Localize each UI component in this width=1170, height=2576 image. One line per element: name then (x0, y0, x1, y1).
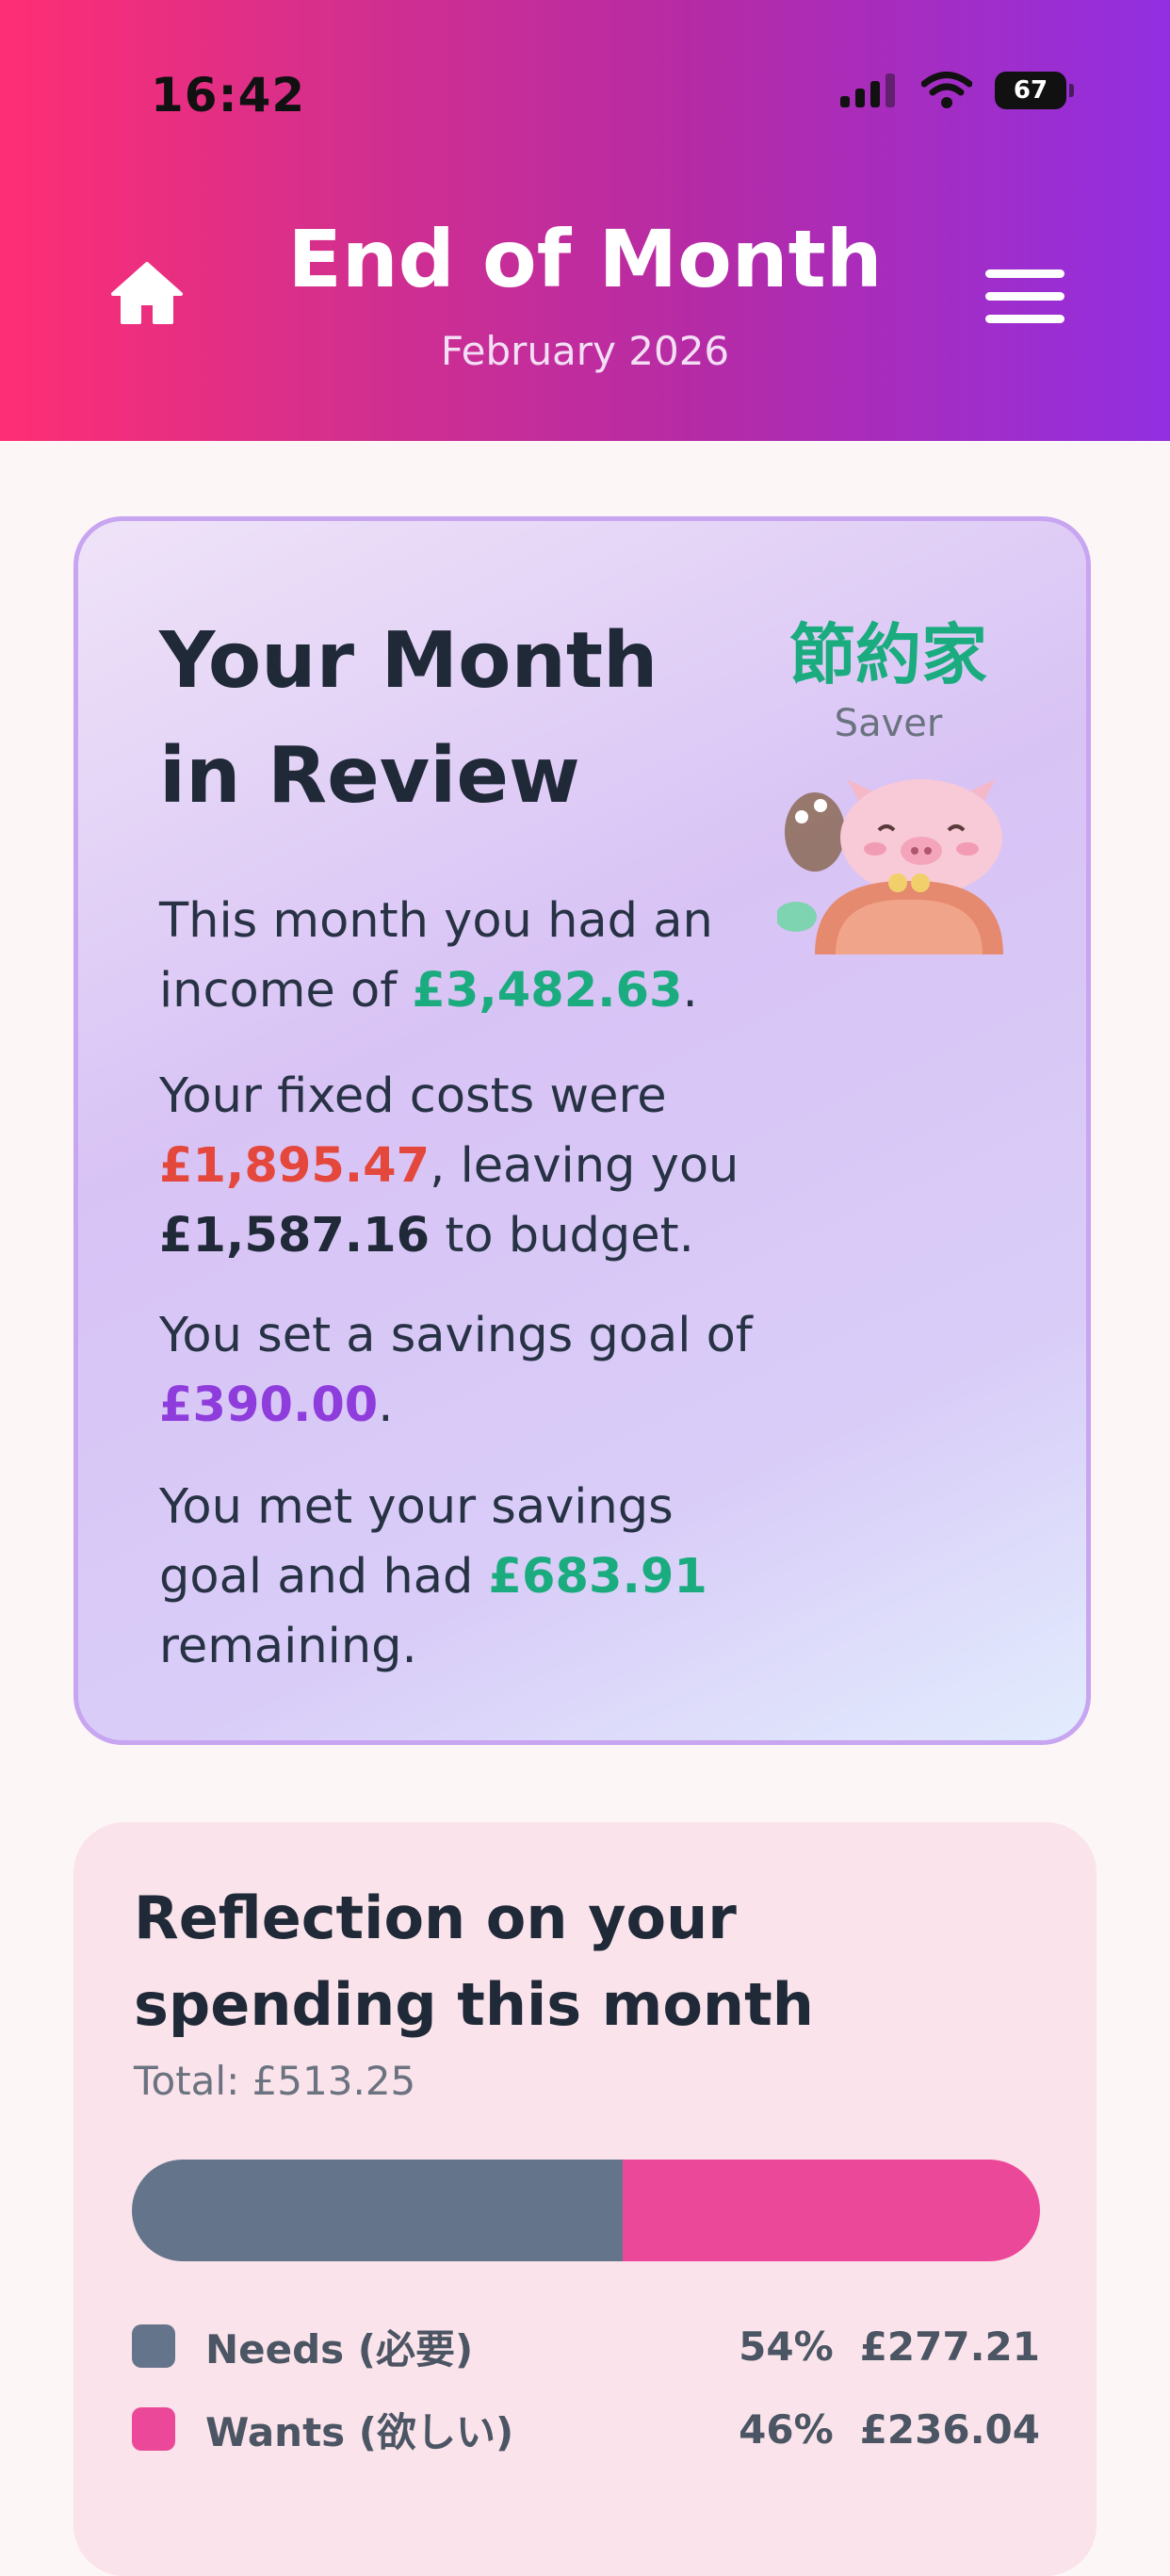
month-review-card: Your Month in Review 節約家 Saver This mont… (73, 516, 1091, 1745)
spending-reflection-card: Reflection on your spending this month T… (73, 1822, 1097, 2576)
wants-percent: 46% (739, 2405, 834, 2453)
savings-result-summary: You met your savings goal and had £683.9… (159, 1473, 762, 1682)
needs-amount: £277.21 (859, 2323, 1040, 2370)
cellular-signal-icon (840, 73, 895, 107)
income-summary: This month you had an income of £3,482.6… (159, 887, 762, 1026)
income-amount: £3,482.63 (412, 963, 683, 1019)
savings-goal-amount: £390.00 (159, 1378, 379, 1433)
battery-icon: 67 (995, 72, 1074, 109)
hamburger-menu-icon[interactable] (985, 269, 1064, 324)
battery-level: 67 (1013, 76, 1048, 105)
goal-suffix: . (378, 1378, 394, 1433)
savings-goal-summary: You set a savings goal of £390.00. (159, 1301, 762, 1441)
status-time: 16:42 (151, 68, 306, 122)
fixed-suffix: to budget. (430, 1208, 694, 1264)
wifi-icon (921, 72, 972, 108)
legend-row-needs: Needs (必要) 54% £277.21 (132, 2318, 1040, 2374)
fixed-middle: , leaving you (430, 1138, 739, 1194)
needs-percent: 54% (739, 2323, 834, 2370)
needs-color-swatch (132, 2324, 175, 2368)
pig-mascot-image (777, 779, 1003, 954)
badge-label: Saver (834, 702, 943, 745)
fixed-costs-summary: Your fixed costs were £1,895.47, leaving… (159, 1062, 762, 1271)
page-subtitle: February 2026 (440, 328, 730, 374)
spending-total: Total: £513.25 (134, 2058, 416, 2104)
fixed-costs-amount: £1,895.47 (159, 1138, 431, 1194)
wants-label: Wants (欲しい) (205, 2408, 514, 2455)
wants-bar-segment (622, 2160, 1040, 2261)
goal-prefix: You set a savings goal of (159, 1308, 753, 1363)
met-suffix: remaining. (159, 1619, 417, 1674)
legend-row-wants: Wants (欲しい) 46% £236.04 (132, 2401, 1040, 2457)
wants-color-swatch (132, 2407, 175, 2451)
badge-kanji: 節約家 (789, 616, 987, 693)
review-title: Your Month in Review (159, 616, 658, 821)
status-indicators: 67 (840, 72, 1074, 109)
budget-amount: £1,587.16 (159, 1208, 431, 1264)
fixed-prefix: Your fixed costs were (159, 1068, 667, 1124)
wants-amount: £236.04 (859, 2405, 1040, 2453)
reflection-title: Reflection on your spending this month (134, 1883, 814, 2039)
needs-wants-bar (132, 2160, 1040, 2261)
needs-bar-segment (132, 2160, 623, 2261)
remaining-amount: £683.91 (488, 1549, 707, 1605)
income-suffix: . (682, 963, 698, 1019)
needs-label: Needs (必要) (205, 2325, 474, 2372)
app-header: 16:42 67 End of Month February 2026 (0, 0, 1170, 441)
